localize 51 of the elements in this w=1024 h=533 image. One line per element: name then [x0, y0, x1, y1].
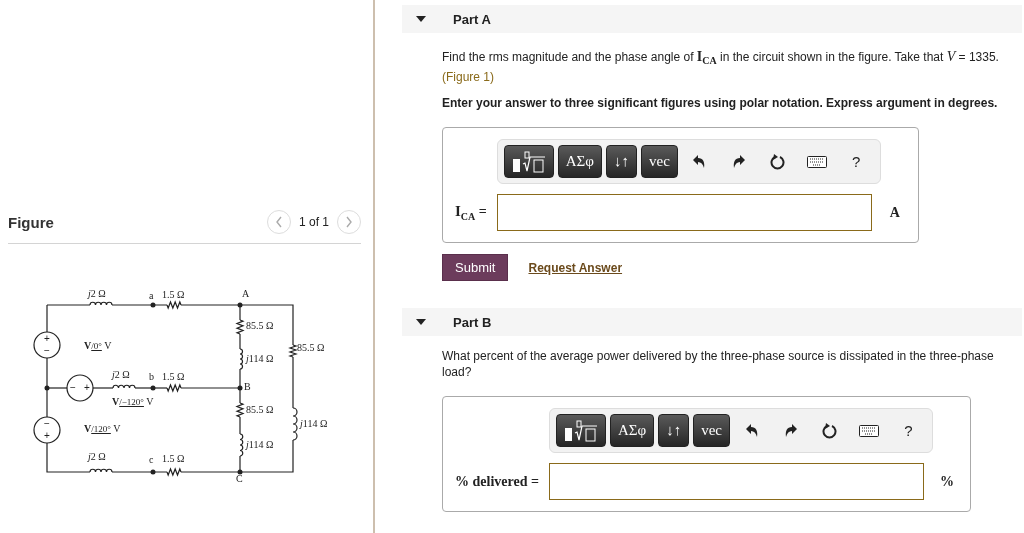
circuit-label: 85.5 Ω [297, 342, 325, 353]
circuit-label: 1.5 Ω [162, 289, 185, 300]
circuit-label: j2 Ω [112, 369, 130, 380]
polarity-sign: + [44, 333, 50, 344]
source-voltage-label: V/0° V [84, 340, 112, 352]
circuit-label: a [149, 290, 154, 301]
request-answer-link[interactable]: Request Answer [528, 260, 623, 275]
figure-title: Figure [8, 213, 54, 231]
polarity-sign: + [84, 382, 90, 393]
polarity-sign: − [44, 418, 50, 429]
circuit-label: j2 Ω [88, 288, 106, 299]
source-voltage-label: V/120° V [84, 423, 121, 435]
circuit-label: j114 Ω [246, 353, 274, 364]
page-counter: 1 of 1 [298, 215, 329, 229]
answer-label: % delivered = [455, 473, 540, 490]
toolbar-button[interactable]: ΑΣφ [557, 145, 602, 179]
circuit-label: b [149, 371, 154, 382]
source-voltage-label: V/−120° V [112, 396, 154, 408]
question-text: What percent of the average power delivered by the three-phase source is dissipated in the three-phase load? [442, 348, 995, 381]
toolbar-button[interactable]: ↓↑ [658, 414, 690, 448]
circuit-label: C [236, 473, 243, 484]
circuit-label: B [244, 381, 251, 392]
submit-button[interactable]: Submit [442, 254, 509, 282]
toolbar-button[interactable]: ↓↑ [606, 145, 637, 179]
figure-link[interactable]: (Figure 1) [442, 70, 494, 85]
toolbar-button[interactable]: vec [641, 145, 678, 179]
circuit-label: j2 Ω [88, 451, 106, 462]
circuit-label: 1.5 Ω [162, 371, 185, 382]
part-header[interactable]: Part A [402, 5, 1022, 33]
answer-label: I$_{CA}$ = [455, 203, 488, 223]
polarity-sign: − [70, 382, 76, 393]
circuit-label: 85.5 Ω [246, 320, 274, 331]
circuit-label: A [242, 288, 250, 299]
unit-label: % [938, 473, 955, 490]
circuit-label: 85.5 Ω [246, 404, 274, 415]
part-title: Part A [453, 11, 491, 27]
polarity-sign: + [44, 430, 50, 441]
toolbar-button[interactable]: vec [693, 414, 730, 448]
part-header[interactable]: Part B [402, 308, 1022, 337]
unit-label: A [888, 204, 901, 221]
circuit-label: 1.5 Ω [162, 453, 185, 464]
toolbar-button[interactable]: ΑΣφ [609, 414, 655, 448]
circuit-label: j114 Ω [246, 439, 274, 450]
instruction-text: Enter your answer to three significant figures using polar notation. Express argument in degrees. [442, 95, 999, 112]
circuit-label: j114 Ω [300, 418, 328, 429]
polarity-sign: − [44, 345, 50, 356]
help-button[interactable]: ? [890, 414, 926, 448]
question-text: Find the rms magnitude and the phase angle of I$_{CA}$ in the circuit shown in the figure. Take that V = 1335. (Figure 1) [442, 49, 1000, 86]
circuit-label: c [149, 454, 154, 465]
help-button[interactable]: ? [838, 145, 874, 179]
part-title: Part B [453, 314, 492, 330]
